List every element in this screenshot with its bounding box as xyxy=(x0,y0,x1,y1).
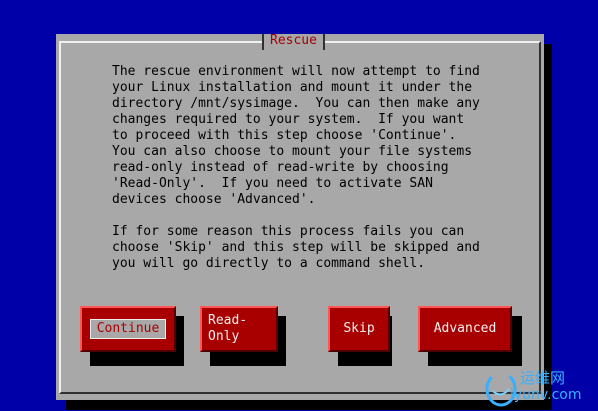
dialog-message: The rescue environment will now attempt … xyxy=(112,64,480,271)
continue-button-label: Continue xyxy=(89,319,167,339)
read-only-button-label: Read-Only xyxy=(208,313,248,344)
screen: { "dialog": { "title": "Rescue", "messag… xyxy=(0,0,598,411)
read-only-button[interactable]: Read-Only xyxy=(200,306,278,352)
rescue-dialog: Rescue The rescue environment will now a… xyxy=(56,34,544,400)
advanced-button[interactable]: Advanced xyxy=(418,306,512,352)
watermark-name: 运维网 xyxy=(520,369,566,387)
dialog-title: Rescue xyxy=(262,34,325,50)
skip-button[interactable]: Skip xyxy=(328,306,390,352)
continue-button[interactable]: Continue xyxy=(80,306,176,352)
advanced-button-label: Advanced xyxy=(433,321,497,336)
watermark-url: iyunv.com xyxy=(510,387,582,403)
skip-button-label: Skip xyxy=(343,321,375,336)
watermark: 运维网 iyunv.com xyxy=(484,367,594,409)
